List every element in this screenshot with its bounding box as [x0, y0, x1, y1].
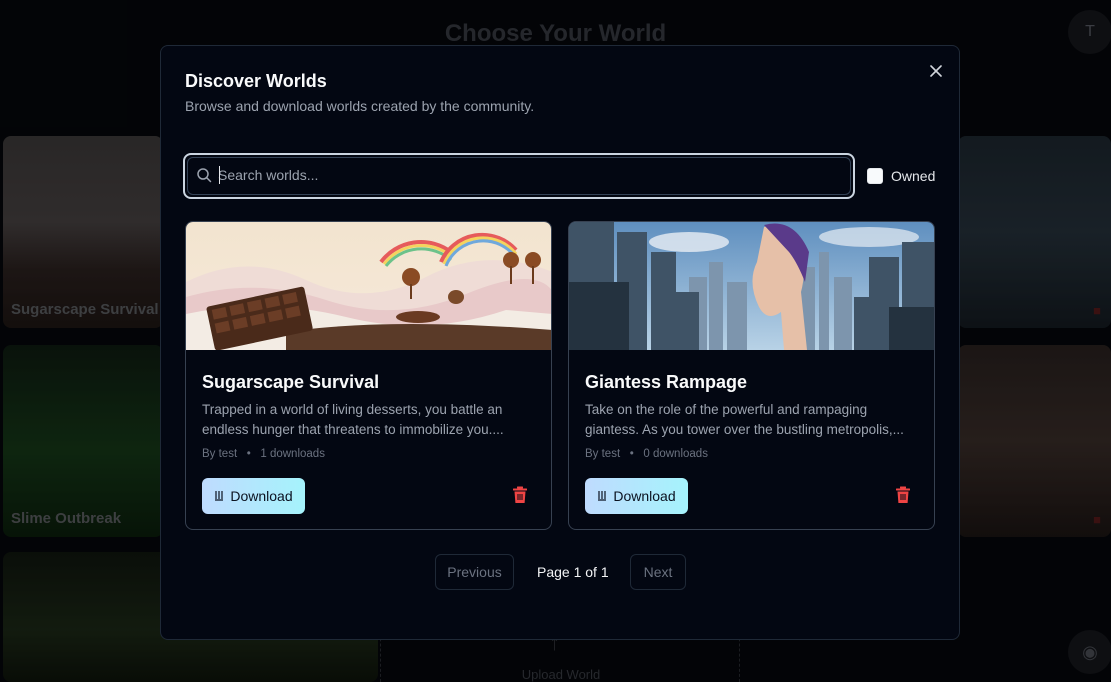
world-card-title: Sugarscape Survival [202, 372, 380, 392]
world-thumbnail [569, 222, 934, 350]
download-label: Download [230, 488, 293, 504]
search-icon [197, 168, 212, 183]
text-caret [219, 166, 220, 184]
meta-separator: • [623, 448, 641, 460]
world-card-downloads: 1 downloads [260, 448, 325, 460]
owned-checkbox[interactable] [867, 168, 883, 184]
search-input[interactable] [218, 163, 838, 187]
world-card-author: By test [585, 448, 621, 460]
world-card: Sugarscape Survival Trapped in a world o… [185, 221, 552, 530]
giantess-thumbnail-image [569, 222, 934, 350]
world-card-description: Trapped in a world of living desserts, y… [202, 402, 504, 437]
next-button[interactable]: Next [630, 554, 686, 590]
world-card-downloads: 0 downloads [643, 448, 708, 460]
dialog-subtitle: Browse and download worlds created by th… [185, 98, 535, 114]
world-thumbnail [186, 222, 551, 350]
world-card-meta: By test • 0 downloads [585, 448, 708, 460]
close-icon [930, 65, 942, 77]
search-box[interactable] [183, 153, 855, 199]
discover-worlds-dialog: Discover Worlds Browse and download worl… [160, 45, 960, 640]
meta-separator: • [240, 448, 258, 460]
download-icon [598, 491, 607, 501]
page-indicator: Page 1 of 1 [537, 564, 609, 580]
world-card-author: By test [202, 448, 238, 460]
download-button[interactable]: Download [585, 478, 688, 514]
world-card-meta: By test • 1 downloads [202, 448, 325, 460]
trash-icon[interactable] [512, 486, 528, 504]
dialog-title: Discover Worlds [185, 71, 327, 91]
world-card: Giantess Rampage Take on the role of the… [568, 221, 935, 530]
trash-icon[interactable] [895, 486, 911, 504]
pagination: Previous Page 1 of 1 Next [161, 554, 961, 590]
close-button[interactable] [927, 62, 945, 80]
download-label: Download [613, 488, 676, 504]
download-icon [215, 491, 224, 501]
previous-button[interactable]: Previous [435, 554, 514, 590]
sugarscape-thumbnail-image [186, 222, 551, 350]
owned-label: Owned [891, 168, 936, 184]
world-card-description: Take on the role of the powerful and ram… [585, 402, 904, 437]
owned-filter[interactable]: Owned [867, 168, 935, 184]
download-button[interactable]: Download [202, 478, 305, 514]
world-card-title: Giantess Rampage [585, 372, 748, 392]
